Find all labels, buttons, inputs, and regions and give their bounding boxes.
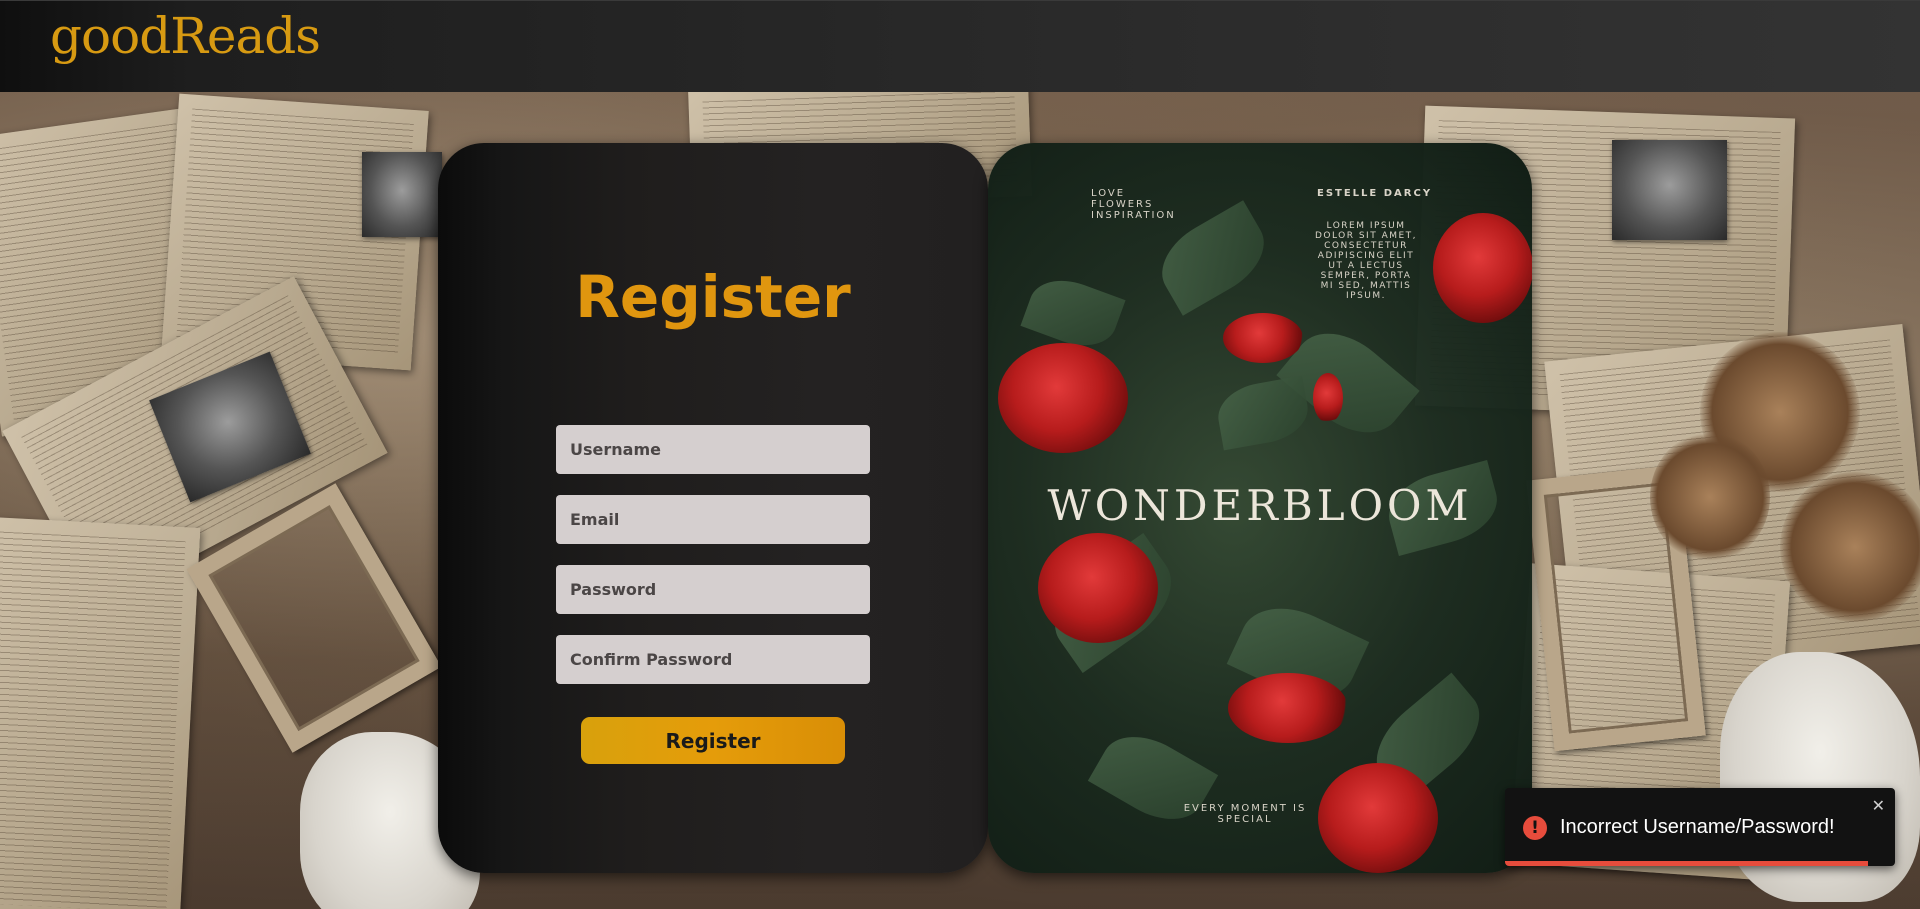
- goodreads-logo[interactable]: goodReads: [50, 7, 321, 65]
- toast-progress-bar: [1505, 861, 1868, 866]
- register-title: Register: [575, 263, 851, 331]
- cover-footer: EVERY MOMENT IS SPECIAL: [1183, 803, 1307, 825]
- cover-blurb: LOREM IPSUM DOLOR SIT AMET, CONSECTETUR …: [1314, 221, 1418, 301]
- vintage-photo: [1612, 140, 1727, 240]
- vintage-photo: [362, 152, 442, 237]
- background-paper: [0, 516, 201, 909]
- password-input[interactable]: [556, 565, 870, 614]
- cover-leaf: [1213, 375, 1313, 451]
- toast-message: Incorrect Username/Password!: [1560, 816, 1835, 838]
- book-cover-image: LOVE FLOWERS INSPIRATION ESTELLE DARCY L…: [988, 143, 1532, 873]
- username-input[interactable]: [556, 425, 870, 474]
- cover-tagline: LOVE FLOWERS INSPIRATION: [1091, 188, 1176, 221]
- error-toast: ! Incorrect Username/Password! ✕: [1505, 788, 1895, 866]
- red-rose: [1223, 313, 1303, 363]
- error-icon: !: [1523, 816, 1547, 840]
- top-header: goodReads: [0, 0, 1920, 92]
- red-rose: [1318, 763, 1438, 873]
- cover-title: WONDERBLOOM: [1047, 481, 1473, 530]
- red-rose: [998, 343, 1128, 453]
- register-button[interactable]: Register: [581, 717, 845, 764]
- red-rose: [1433, 213, 1532, 323]
- red-rose: [1228, 673, 1348, 743]
- register-card: Register Register: [438, 143, 988, 873]
- dried-thistle: [1650, 432, 1770, 562]
- email-input[interactable]: [556, 495, 870, 544]
- red-rose: [1038, 533, 1158, 643]
- dried-thistle: [1780, 472, 1920, 622]
- confirm-password-input[interactable]: [556, 635, 870, 684]
- close-icon[interactable]: ✕: [1872, 796, 1885, 815]
- red-rose: [1313, 373, 1343, 423]
- cover-author: ESTELLE DARCY: [1317, 188, 1433, 199]
